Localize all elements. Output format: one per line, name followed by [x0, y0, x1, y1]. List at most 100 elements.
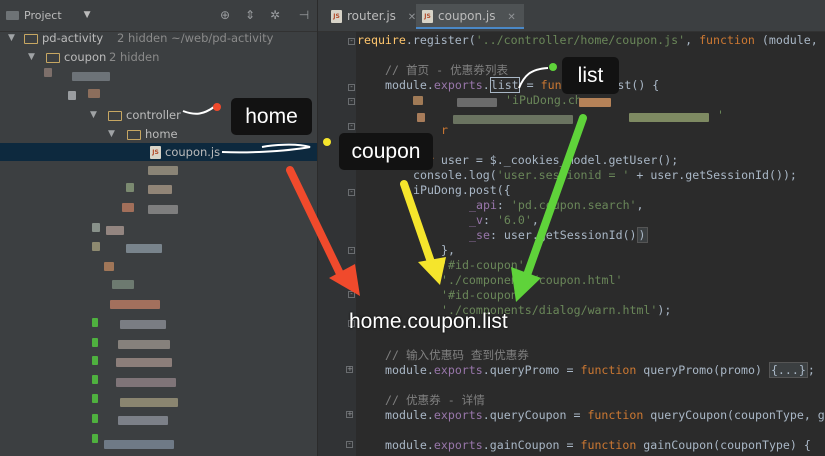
tree-item-coupon-folder[interactable]: ▼ coupon 2 hidden: [0, 48, 317, 66]
code-line: module.exports.gainCoupon = function gai…: [385, 438, 811, 452]
redacted-block: [453, 115, 573, 124]
gear-icon[interactable]: ✲: [268, 8, 282, 22]
folder-icon: [46, 53, 60, 63]
redacted-block: [92, 394, 98, 403]
code-comment: // 首页 - 优惠券列表: [385, 63, 509, 77]
redacted-block: [88, 89, 100, 98]
tree-item-label: coupon: [64, 50, 107, 64]
redacted-block: [120, 398, 178, 407]
fold-icon[interactable]: -: [348, 247, 355, 254]
tree-item-label: coupon.js: [165, 145, 221, 159]
code-comment: // 输入优惠码 查到优惠券: [385, 348, 529, 362]
collapse-icon[interactable]: ⇕: [243, 8, 257, 22]
redacted-block: [44, 68, 52, 77]
expand-arrow-icon[interactable]: ▼: [108, 125, 115, 143]
redacted-block: [118, 340, 170, 349]
redacted-block: [112, 280, 134, 289]
redacted-block: [92, 414, 98, 423]
code-line: r: [441, 123, 448, 137]
redacted-block: [92, 356, 98, 365]
fold-icon[interactable]: -: [348, 291, 355, 298]
expand-arrow-icon[interactable]: ▼: [8, 29, 15, 47]
redacted-block: [417, 113, 425, 122]
tree-item-label: pd-activity: [42, 31, 104, 45]
redacted-block: [92, 223, 100, 232]
tree-item-label: home: [145, 127, 178, 141]
code-line: require.register('../controller/home/cou…: [357, 33, 818, 47]
redacted-block: [92, 318, 98, 327]
expand-fold-icon[interactable]: +: [346, 411, 353, 418]
redacted-block: [148, 205, 178, 214]
code-string: ': [717, 108, 724, 122]
redacted-block: [148, 185, 172, 194]
redacted-block: [92, 338, 98, 347]
folder-icon: [127, 130, 141, 140]
fold-icon[interactable]: -: [348, 123, 355, 130]
redacted-block: [120, 320, 166, 329]
close-icon[interactable]: ✕: [507, 12, 515, 23]
fold-icon[interactable]: -: [348, 84, 355, 91]
redacted-block: [126, 183, 134, 192]
code-line: iPuDong.post({: [413, 183, 511, 197]
code-string: 'iPuDong.ch: [505, 93, 582, 107]
editor-tab-bar: JS router.js ✕ JS coupon.js ✕: [318, 0, 825, 32]
code-comment: // 优惠券 - 详情: [385, 393, 485, 407]
fold-icon[interactable]: -: [348, 38, 355, 45]
redacted-block: [118, 416, 168, 425]
redacted-block: [104, 262, 114, 271]
redacted-block: [92, 434, 98, 443]
project-icon: [6, 10, 19, 20]
code-line: console.log('user.sessionid = ' + user.g…: [413, 168, 797, 182]
redacted-block: [68, 91, 76, 100]
redacted-block: [413, 96, 423, 105]
code-string: './components/coupon.html': [441, 273, 623, 287]
list-callout: list: [562, 57, 619, 94]
fold-icon[interactable]: -: [348, 189, 355, 196]
redacted-block: [579, 98, 611, 107]
tab-label: router.js: [347, 9, 396, 23]
expand-fold-icon[interactable]: +: [346, 366, 353, 373]
redacted-block: [116, 358, 172, 367]
locate-icon[interactable]: ⊕: [218, 8, 232, 22]
redacted-block: [92, 242, 100, 251]
result-path-label: home.coupon.list: [349, 310, 508, 333]
redacted-block: [148, 166, 178, 175]
coupon-callout: coupon: [339, 133, 433, 170]
redacted-block: [122, 203, 134, 212]
close-icon[interactable]: ✕: [408, 12, 416, 23]
redacted-block: [106, 226, 124, 235]
js-file-icon: JS: [150, 146, 161, 159]
project-pane: Project ▼ ⊕ ⇕ ✲ ⊣ ▼ pd-activity 2 hidden…: [0, 0, 318, 456]
tree-item-pd-activity[interactable]: ▼ pd-activity 2 hidden ~/web/pd-activity: [0, 29, 317, 47]
editor-gutter: - - - - - - - - + + -: [318, 32, 356, 456]
code-line: _api: 'pd.coupon.search',: [469, 198, 644, 212]
expand-arrow-icon[interactable]: ▼: [90, 106, 97, 124]
project-view-dropdown[interactable]: Project ▼: [6, 6, 91, 24]
tree-item-hint: 2 hidden: [109, 50, 160, 64]
expand-arrow-icon[interactable]: ▼: [28, 48, 35, 66]
code-string: '#id-coupon': [441, 258, 525, 272]
code-line: _v: '6.0',: [469, 213, 539, 227]
redacted-block: [72, 72, 110, 81]
fold-icon[interactable]: -: [348, 98, 355, 105]
hide-icon[interactable]: ⊣: [297, 8, 311, 22]
code-editor[interactable]: require.register('../controller/home/cou…: [357, 32, 825, 456]
chevron-down-icon: ▼: [83, 10, 91, 20]
tree-item-coupon-js[interactable]: JS coupon.js: [0, 143, 317, 161]
tab-label: coupon.js: [438, 9, 496, 23]
tab-coupon-js[interactable]: JS coupon.js ✕: [416, 4, 524, 29]
tab-router-js[interactable]: JS router.js ✕: [325, 4, 424, 29]
js-file-icon: JS: [422, 10, 433, 23]
code-string: '#id-coupon': [441, 288, 525, 302]
redacted-block: [126, 244, 162, 253]
redacted-block: [104, 440, 174, 449]
code-line: var user = $._cookies_model.getUser();: [413, 153, 679, 167]
folder-icon: [24, 34, 38, 44]
code-line: },: [441, 243, 455, 257]
redacted-block: [457, 98, 497, 107]
redacted-block: [110, 300, 160, 309]
fold-icon[interactable]: -: [346, 441, 353, 448]
home-callout: home: [231, 98, 312, 135]
project-header: Project ▼ ⊕ ⇕ ✲ ⊣: [0, 0, 317, 32]
tree-item-hint: 2 hidden ~/web/pd-activity: [117, 31, 274, 45]
